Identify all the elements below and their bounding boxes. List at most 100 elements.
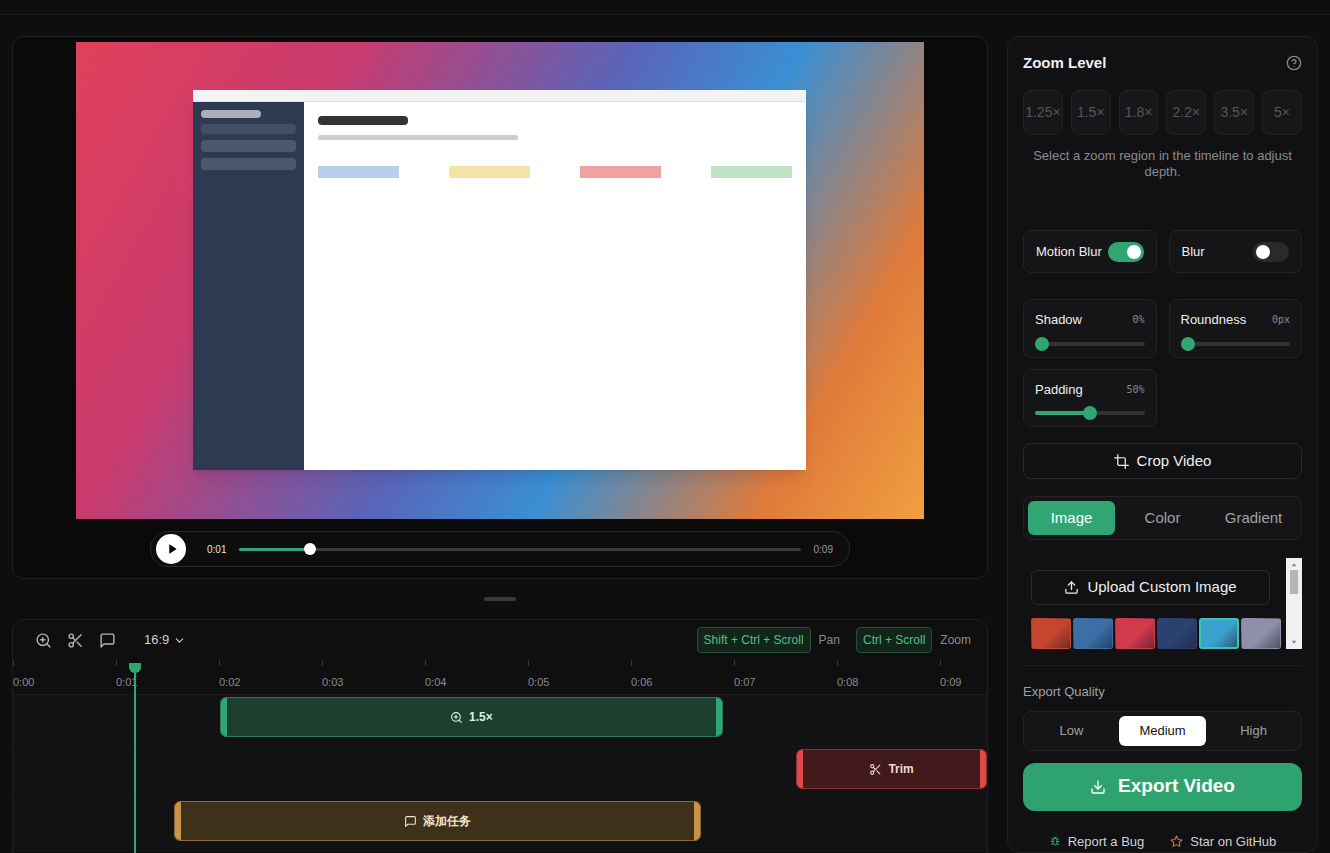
- playhead-knob[interactable]: [129, 663, 141, 673]
- recorded-titlebar: [193, 90, 806, 102]
- shortcut-action: Zoom: [940, 631, 971, 649]
- message-icon: [99, 632, 116, 649]
- toggle-card: Blur: [1169, 230, 1303, 273]
- wallpaper-thumb[interactable]: [1073, 618, 1113, 649]
- export-quality-label: Export Quality: [1023, 682, 1302, 702]
- recorded-body: [193, 102, 806, 470]
- recorded-column: [580, 166, 661, 178]
- add-zoom-button[interactable]: [35, 632, 52, 649]
- zoom-segment[interactable]: 1.5×: [220, 697, 723, 737]
- crop-button[interactable]: Crop Video: [1023, 443, 1302, 479]
- shortcut-keys: Shift + Ctrl + Scroll: [697, 627, 811, 653]
- ruler-label: 0:02: [219, 674, 240, 691]
- recorded-sidebar: [193, 102, 304, 470]
- segment-handle[interactable]: [797, 750, 803, 788]
- wallpaper-thumb[interactable]: [1199, 618, 1239, 649]
- quality-option[interactable]: Medium: [1119, 716, 1206, 746]
- wallpaper-list: Upload Custom Image: [1023, 558, 1286, 649]
- scrollbar-track[interactable]: [1286, 570, 1302, 637]
- play-button[interactable]: [156, 534, 186, 564]
- export-button[interactable]: Export Video: [1023, 763, 1302, 811]
- background-tab[interactable]: Gradient: [1210, 501, 1297, 535]
- wallpaper-thumb[interactable]: [1157, 618, 1197, 649]
- total-time: 0:09: [814, 542, 833, 557]
- upload-icon: [1064, 580, 1079, 595]
- annotation-segment[interactable]: 添加任务: [174, 801, 701, 841]
- zoom-option: 5×: [1262, 90, 1302, 135]
- slider-row: Shadow0%Roundness0px: [1023, 299, 1302, 358]
- trim-segment[interactable]: Trim: [796, 749, 988, 789]
- resize-handle[interactable]: [484, 597, 516, 601]
- recorded-column: [711, 166, 792, 178]
- wallpaper-thumb[interactable]: [1115, 618, 1155, 649]
- report-bug-link[interactable]: Report a Bug: [1049, 832, 1145, 852]
- add-trim-button[interactable]: [67, 632, 84, 649]
- export-label: Export Video: [1118, 772, 1235, 801]
- ruler-tick: [837, 660, 838, 666]
- zoom-options: 1.25×1.5×1.8×2.2×3.5×5×: [1023, 90, 1302, 135]
- add-annotation-button[interactable]: [99, 632, 116, 649]
- shortcut-hints: Shift + Ctrl + ScrollPanCtrl + ScrollZoo…: [697, 627, 971, 653]
- recorded-window: [193, 90, 806, 470]
- wallpaper-thumb[interactable]: [1031, 618, 1071, 649]
- timeline-panel: 16:9 Shift + Ctrl + ScrollPanCtrl + Scrol…: [12, 619, 988, 853]
- segment-handle[interactable]: [221, 698, 227, 736]
- ruler-tick: [631, 660, 632, 666]
- ruler-tick: [219, 660, 220, 666]
- footer-label: Report a Bug: [1068, 832, 1145, 852]
- ruler-label: 0:03: [322, 674, 343, 691]
- slider-fill: [1035, 411, 1090, 415]
- chevron-down-icon: [173, 634, 186, 647]
- crop-icon: [1114, 454, 1129, 469]
- slider-reading: 0px: [1272, 312, 1290, 327]
- video-frame: [76, 42, 924, 519]
- play-icon: [164, 541, 180, 557]
- seek-track[interactable]: [239, 548, 800, 551]
- toggle-switch[interactable]: [1108, 242, 1144, 262]
- aspect-dropdown[interactable]: 16:9: [144, 630, 186, 650]
- wallpaper-thumb[interactable]: [1241, 618, 1281, 649]
- zoom-hint: Select a zoom region in the timeline to …: [1023, 148, 1302, 180]
- segment-handle[interactable]: [716, 698, 722, 736]
- zoom-option: 1.8×: [1119, 90, 1159, 135]
- ruler-tick: [734, 660, 735, 666]
- segment-handle[interactable]: [175, 802, 181, 840]
- scissors-icon: [869, 763, 882, 776]
- slider-card: Roundness0px: [1169, 299, 1303, 358]
- help-button[interactable]: [1286, 55, 1302, 71]
- segment-handle[interactable]: [694, 802, 700, 840]
- ruler-label: 0:08: [837, 674, 858, 691]
- slider-thumb[interactable]: [1035, 337, 1049, 351]
- quality-option[interactable]: Low: [1028, 716, 1115, 746]
- quality-option[interactable]: High: [1210, 716, 1297, 746]
- slider-card: Padding50%: [1023, 369, 1157, 428]
- slider-thumb[interactable]: [1181, 337, 1195, 351]
- slider-track[interactable]: [1035, 342, 1145, 346]
- slider-track[interactable]: [1035, 411, 1145, 415]
- toggle-card: Motion Blur: [1023, 230, 1157, 273]
- playhead[interactable]: [134, 665, 136, 853]
- toggle-knob: [1127, 245, 1141, 259]
- seek-thumb[interactable]: [304, 543, 316, 555]
- ruler-tick: [322, 660, 323, 666]
- upload-button[interactable]: Upload Custom Image: [1031, 570, 1270, 605]
- seek-fill: [239, 548, 310, 551]
- scissors-icon: [67, 632, 84, 649]
- timeline-ruler: 0:000:010:020:030:040:050:060:070:080:09: [13, 660, 987, 695]
- current-time: 0:01: [207, 542, 226, 557]
- background-tab[interactable]: Color: [1119, 501, 1206, 535]
- timeline-tracks: 1.5× Trim 添加任务: [13, 695, 987, 851]
- slider-header: Padding50%: [1035, 380, 1145, 400]
- ruler-tick: [528, 660, 529, 666]
- segment-handle[interactable]: [980, 750, 986, 788]
- slider-track[interactable]: [1181, 342, 1291, 346]
- slider-label: Padding: [1035, 380, 1083, 400]
- background-tab[interactable]: Image: [1028, 501, 1115, 535]
- scrollbar-thumb[interactable]: [1290, 570, 1298, 594]
- slider-row: Padding50%: [1023, 369, 1302, 428]
- github-star-link[interactable]: Star on GitHub: [1170, 832, 1276, 852]
- toggle-switch[interactable]: [1253, 242, 1289, 262]
- recorded-item: [201, 140, 296, 152]
- ruler-label: 0:06: [631, 674, 652, 691]
- slider-thumb[interactable]: [1083, 406, 1097, 420]
